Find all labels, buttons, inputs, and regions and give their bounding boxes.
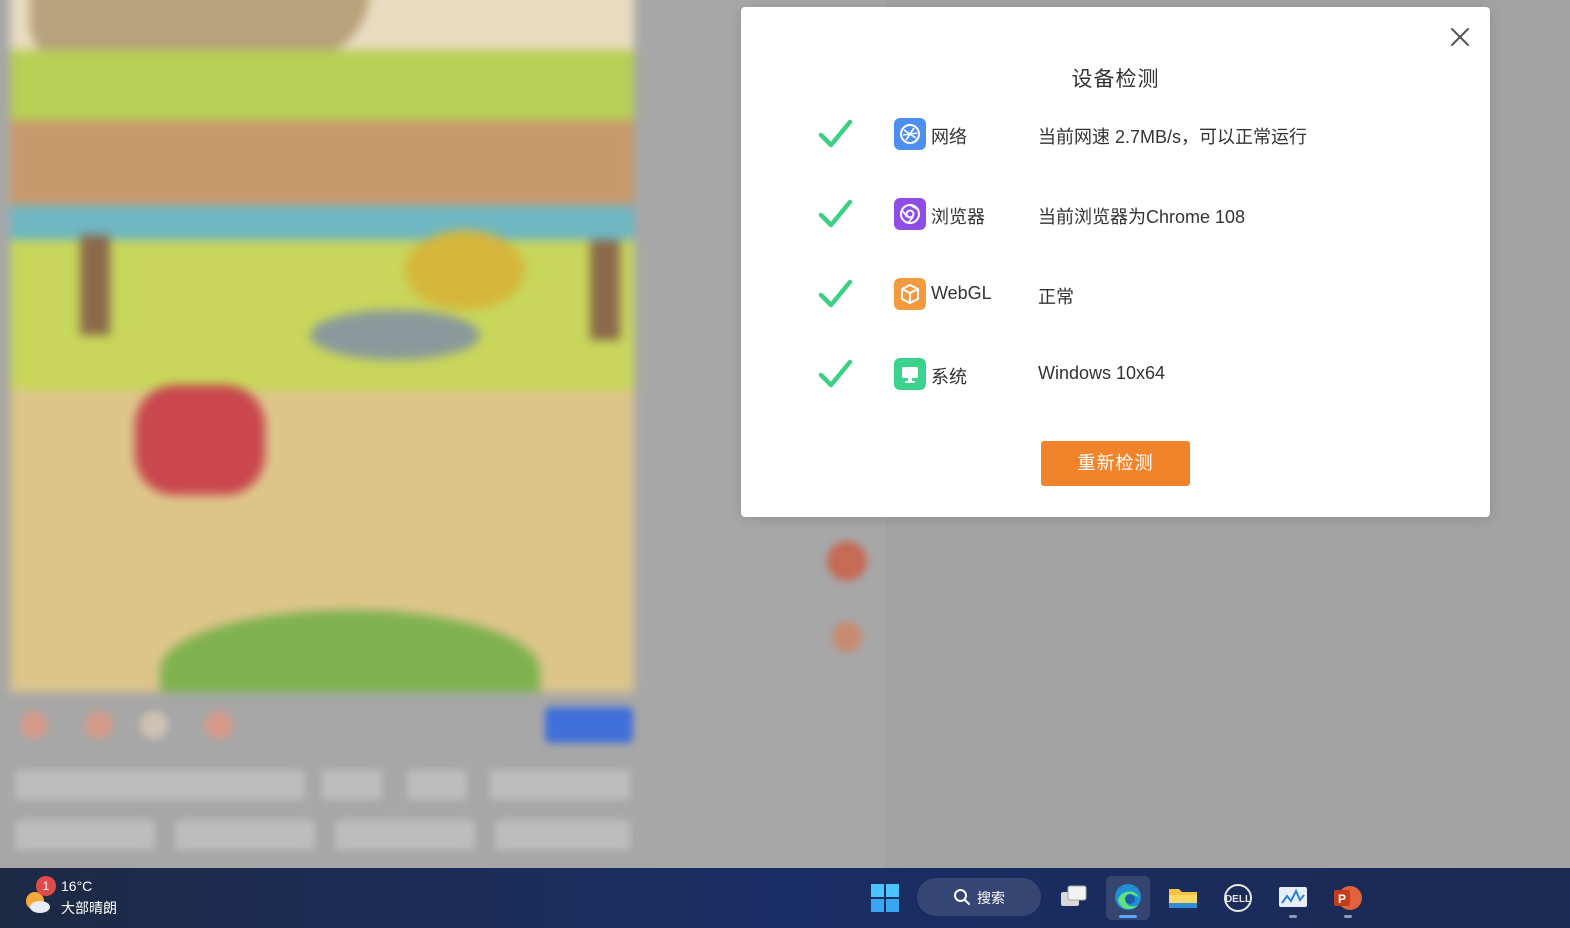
- weather-temperature: 16°C: [61, 878, 93, 894]
- weather-description: 大部晴朗: [61, 900, 117, 916]
- dell-icon[interactable]: DELL: [1216, 876, 1260, 920]
- weather-widget[interactable]: 1 16°C 大部晴朗: [20, 876, 160, 920]
- network-icon: [894, 118, 926, 150]
- game-controls: [10, 695, 634, 865]
- browser-status: 当前浏览器为Chrome 108: [1038, 207, 1246, 227]
- system-status: Windows 10x64: [1038, 363, 1166, 383]
- file-explorer-icon[interactable]: [1161, 876, 1205, 920]
- game-scene: [10, 0, 634, 692]
- checkmark-icon: [818, 359, 853, 388]
- webgl-label: WebGL: [931, 283, 992, 303]
- system-label: 系统: [931, 367, 967, 387]
- webgl-icon: [894, 278, 926, 310]
- browser-icon: [894, 198, 926, 230]
- check-row-webgl: WebGL 正常: [741, 272, 1490, 316]
- search-label: 搜索: [977, 890, 1005, 906]
- checkmark-icon: [818, 199, 853, 228]
- monitor-app-icon[interactable]: [1271, 876, 1315, 920]
- taskbar: 1 16°C 大部晴朗 搜索 DELL P: [0, 868, 1570, 928]
- powerpoint-icon[interactable]: P: [1326, 876, 1370, 920]
- network-status: 当前网速 2.7MB/s，可以正常运行: [1038, 127, 1308, 147]
- checkmark-icon: [818, 279, 853, 308]
- start-icon[interactable]: [863, 876, 907, 920]
- network-label: 网络: [931, 127, 967, 147]
- check-row-browser: 浏览器 当前浏览器为Chrome 108: [741, 192, 1490, 236]
- task-view-icon[interactable]: [1052, 876, 1096, 920]
- svg-text:DELL: DELL: [1225, 894, 1251, 905]
- check-row-network: 网络 当前网速 2.7MB/s，可以正常运行: [741, 112, 1490, 156]
- webgl-status: 正常: [1038, 287, 1074, 307]
- svg-text:P: P: [1338, 892, 1346, 906]
- taskbar-search[interactable]: 搜索: [917, 878, 1041, 916]
- close-icon[interactable]: [1448, 25, 1472, 49]
- edge-icon[interactable]: [1106, 876, 1150, 920]
- check-row-system: 系统 Windows 10x64: [741, 352, 1490, 396]
- device-check-dialog: 设备检测 网络 当前网速 2.7MB/s，可以正常运行 浏览器 当前浏览器为Ch: [741, 7, 1490, 517]
- recheck-button[interactable]: 重新检测: [1041, 441, 1190, 486]
- system-icon: [894, 358, 926, 390]
- browser-label: 浏览器: [931, 207, 985, 227]
- notification-badge: 1: [36, 876, 56, 896]
- dialog-title: 设备检测: [1071, 68, 1160, 91]
- checkmark-icon: [818, 119, 853, 148]
- search-icon: [954, 889, 970, 905]
